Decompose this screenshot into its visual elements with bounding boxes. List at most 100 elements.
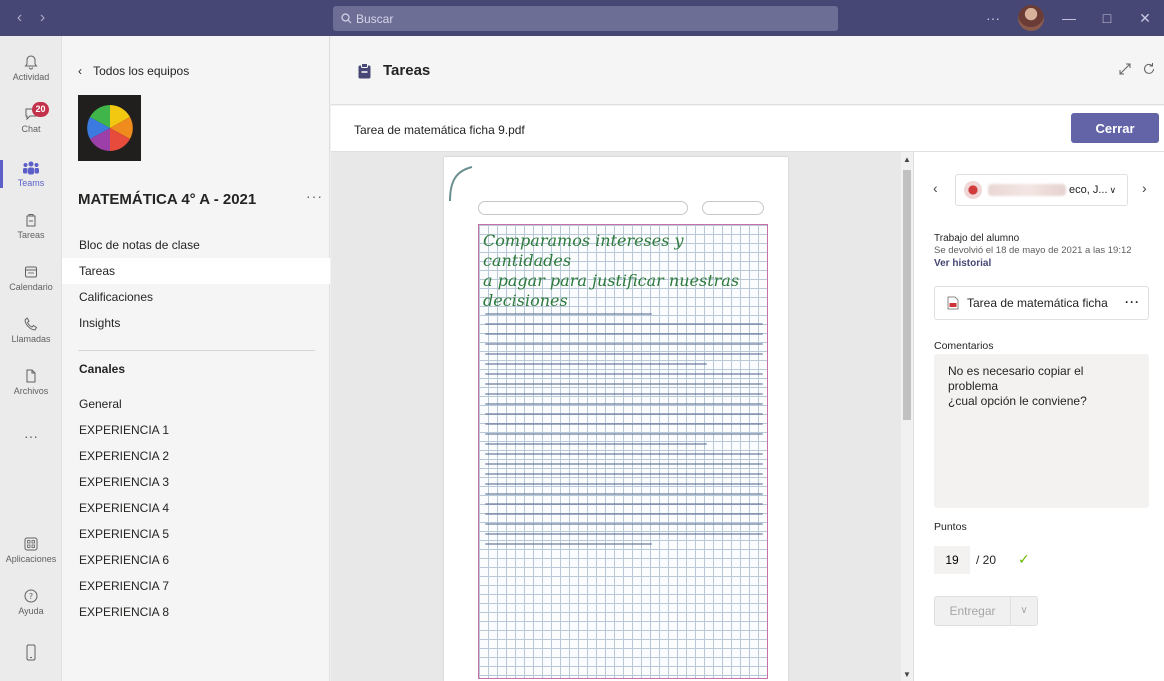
points-input[interactable] (934, 546, 970, 574)
document-viewer[interactable]: Comparamos intereses y cantidades a paga… (331, 152, 913, 681)
channel-item[interactable]: EXPERIENCIA 6 (62, 547, 330, 573)
attached-file[interactable]: Tarea de matemática ficha ··· (934, 286, 1149, 320)
team-nav-grades[interactable]: Calificaciones (62, 284, 330, 310)
scroll-up-icon[interactable]: ▲ (903, 155, 911, 164)
team-name: MATEMÁTICA 4° A - 2021 (78, 191, 257, 208)
svg-text:?: ? (29, 592, 33, 601)
divider (78, 350, 315, 351)
search-bar[interactable]: Buscar (333, 6, 838, 31)
scroll-thumb[interactable] (903, 170, 911, 420)
rail-calendar[interactable]: Calendario (0, 264, 62, 292)
rail-calls[interactable]: Llamadas (0, 316, 62, 344)
channel-item[interactable]: EXPERIENCIA 4 (62, 495, 330, 521)
search-placeholder: Buscar (356, 11, 394, 26)
page-title: Tareas (358, 62, 430, 79)
previous-student-icon[interactable]: ‹ (933, 180, 938, 196)
points-max: / 20 (976, 553, 997, 567)
rail-files[interactable]: Archivos (0, 368, 62, 396)
channel-item[interactable]: EXPERIENCIA 7 (62, 573, 330, 599)
channel-item[interactable]: EXPERIENCIA 8 (62, 599, 330, 625)
channel-item[interactable]: EXPERIENCIA 1 (62, 417, 330, 443)
rail-mobile[interactable] (0, 644, 62, 664)
notebook-date-box (702, 201, 764, 215)
unread-badge: 20 (32, 102, 49, 117)
close-window-icon[interactable]: ✕ (1126, 10, 1164, 27)
maximize-icon[interactable]: □ (1088, 10, 1126, 26)
rail-label: Teams (17, 178, 45, 188)
channel-item[interactable]: EXPERIENCIA 5 (62, 521, 330, 547)
rail-label: Chat (21, 124, 41, 134)
team-nav: Bloc de notas de clase Tareas Calificaci… (62, 232, 330, 336)
calendar-icon (25, 266, 37, 278)
page-curl-decoration (449, 166, 473, 202)
file-more-options[interactable]: ··· (1125, 295, 1140, 309)
chevron-down-icon: ∨ (1109, 184, 1117, 195)
rail-apps[interactable]: Aplicaciones (0, 536, 62, 564)
return-button-group: Entregar ∨ (934, 596, 1038, 626)
team-nav-insights[interactable]: Insights (62, 310, 330, 336)
more-icon: ··· (24, 428, 38, 444)
heading-line: a pagar para justificar nuestras (483, 271, 740, 290)
student-work-heading: Trabajo del alumno (934, 233, 1020, 244)
checkmark-icon: ✓ (1018, 551, 1030, 567)
mobile-device-icon (26, 644, 36, 661)
expand-icon[interactable] (1118, 62, 1132, 76)
channel-item[interactable]: EXPERIENCIA 3 (62, 469, 330, 495)
profile-avatar[interactable] (1018, 5, 1044, 31)
points-heading: Puntos (934, 521, 967, 533)
forward-arrow-icon[interactable]: › (40, 9, 45, 27)
header-actions (1118, 62, 1156, 76)
student-navigator: ‹ eco, J... ∨ › (914, 174, 1164, 206)
rail-chat[interactable]: 20 Chat (0, 102, 62, 134)
rail-label: Calendario (9, 282, 53, 292)
settings-more-button[interactable]: ··· (974, 10, 1012, 26)
rail-more[interactable]: ··· (0, 428, 62, 444)
handwritten-notebook-page: Comparamos intereses y cantidades a paga… (478, 224, 768, 679)
rail-teams[interactable]: Teams (0, 160, 62, 188)
rail-label: Archivos (13, 386, 49, 396)
team-nav-assignments[interactable]: Tareas (62, 258, 330, 284)
pdf-page: Comparamos intereses y cantidades a paga… (444, 157, 788, 681)
chevron-left-icon: ‹ (78, 64, 82, 78)
rail-label: Tareas (17, 230, 45, 240)
all-teams-label: Todos los equipos (93, 64, 190, 78)
channels-heading: Canales (79, 362, 126, 376)
team-more-options[interactable]: ··· (306, 188, 323, 204)
rail-label: Llamadas (11, 334, 51, 344)
return-button[interactable]: Entregar (935, 597, 1011, 625)
team-logo[interactable] (78, 95, 141, 161)
view-history-link[interactable]: Ver historial (934, 258, 991, 269)
notebook-header-box (478, 201, 688, 215)
chevron-down-icon[interactable]: ∨ (1011, 597, 1037, 625)
student-selector[interactable]: eco, J... ∨ (955, 174, 1128, 206)
viewer-scrollbar[interactable]: ▲ ▼ (901, 152, 913, 681)
all-teams-link[interactable]: ‹ Todos los equipos (78, 64, 189, 78)
app-rail: Actividad 20 Chat Teams Tareas Calendari… (0, 36, 62, 681)
apps-icon (24, 537, 38, 551)
handwritten-heading: Comparamos intereses y cantidades a paga… (483, 231, 765, 311)
rail-activity[interactable]: Actividad (0, 54, 62, 82)
refresh-icon[interactable] (1142, 62, 1156, 76)
comments-field[interactable]: No es necesario copiar el problema ¿cual… (934, 354, 1149, 508)
next-student-icon[interactable]: › (1142, 180, 1147, 196)
team-sidebar: ‹ Todos los equipos MATEMÁTICA 4° A - 20… (62, 36, 330, 681)
back-arrow-icon[interactable]: ‹ (17, 9, 22, 27)
rail-assignments[interactable]: Tareas (0, 212, 62, 240)
rail-help[interactable]: ? Ayuda (0, 588, 62, 616)
returned-status: Se devolvió el 18 de mayo de 2021 a las … (934, 245, 1132, 256)
color-wheel-icon (86, 105, 133, 151)
main-header: Tareas (331, 36, 1164, 105)
channel-list: General EXPERIENCIA 1 EXPERIENCIA 2 EXPE… (62, 391, 330, 625)
history-nav: ‹ › (0, 0, 62, 36)
team-nav-class-notebook[interactable]: Bloc de notas de clase (62, 232, 330, 258)
student-name: eco, J... (1069, 184, 1108, 196)
phone-icon (24, 317, 38, 331)
scroll-down-icon[interactable]: ▼ (903, 670, 911, 679)
minimize-icon[interactable]: — (1050, 10, 1088, 26)
student-avatar (964, 181, 982, 199)
close-button[interactable]: Cerrar (1071, 113, 1159, 143)
file-name: Tarea de matemática ficha (967, 296, 1108, 310)
grading-panel: ‹ eco, J... ∨ › Trabajo del alumno Se de… (913, 152, 1164, 681)
channel-item[interactable]: General (62, 391, 330, 417)
channel-item[interactable]: EXPERIENCIA 2 (62, 443, 330, 469)
